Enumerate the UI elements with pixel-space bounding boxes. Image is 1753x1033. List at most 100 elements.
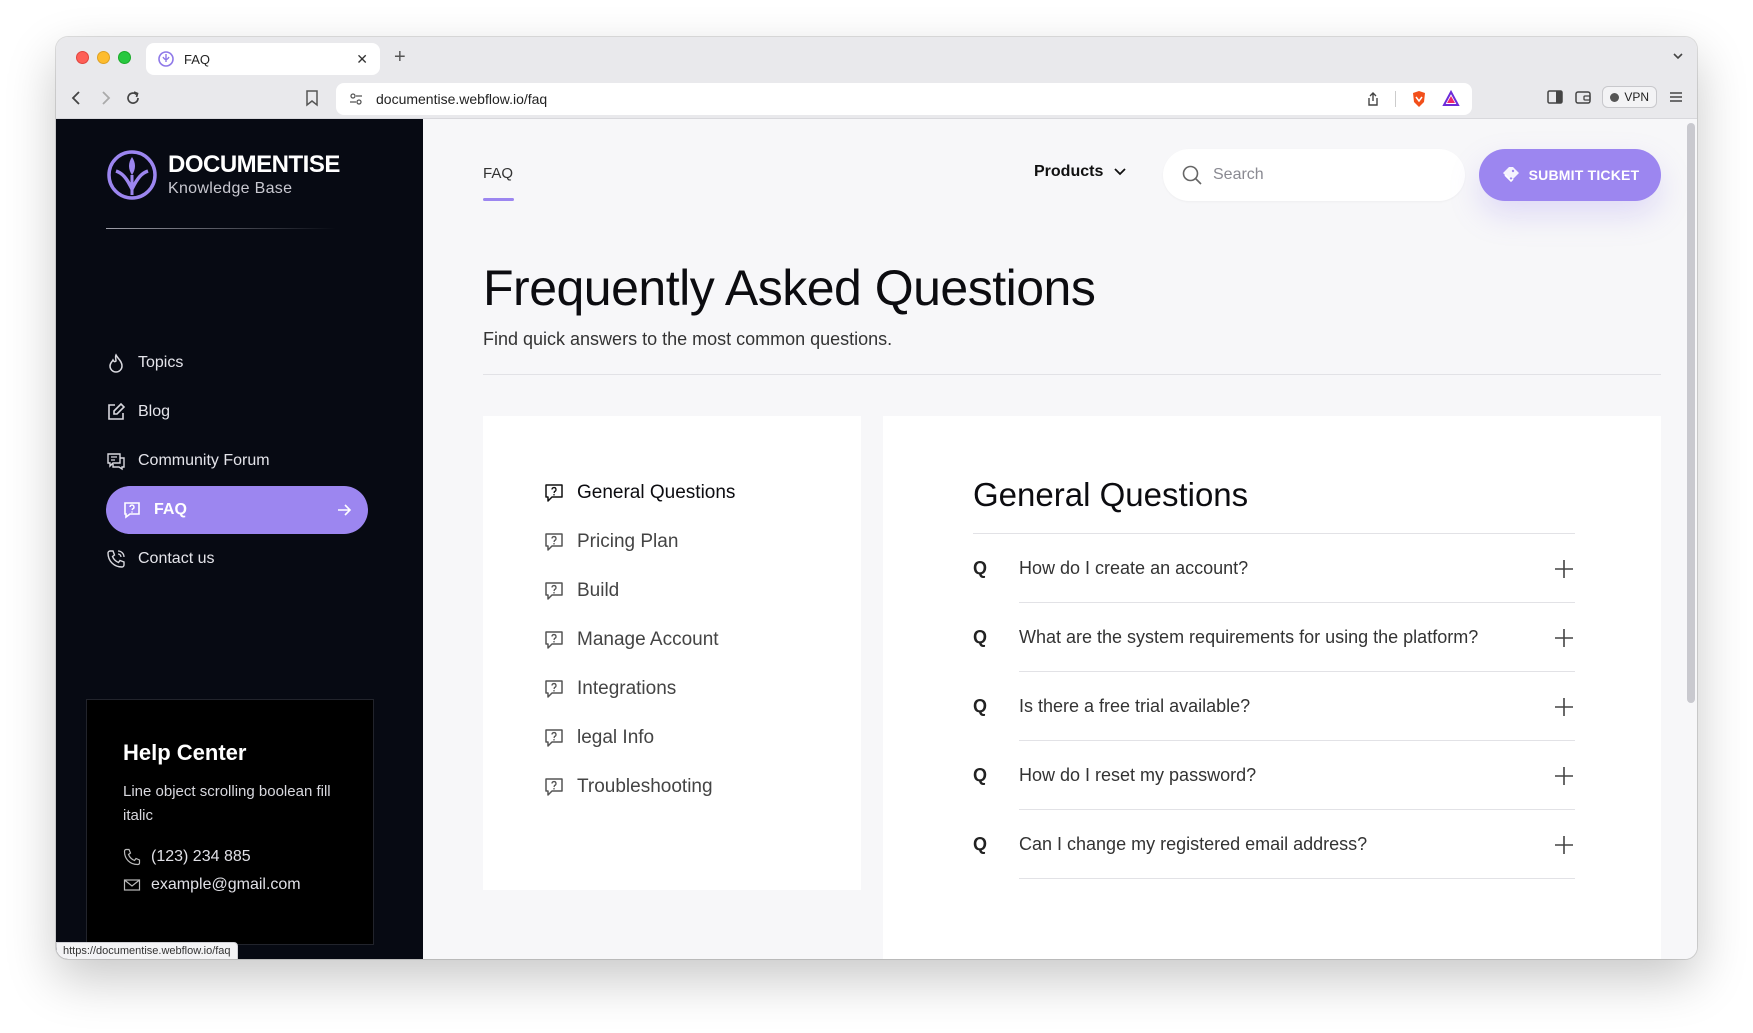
sidebar-item-blog[interactable]: Blog: [106, 388, 368, 436]
faq-item[interactable]: Q What are the system requirements for u…: [973, 603, 1575, 672]
category-item-troubleshooting[interactable]: Troubleshooting: [543, 762, 735, 811]
faq-item[interactable]: Q How do I create an account?: [973, 534, 1575, 603]
sidebar-item-contact-us[interactable]: Contact us: [106, 535, 368, 583]
plus-icon[interactable]: [1553, 834, 1575, 856]
brand-name: DOCUMENTISE: [168, 150, 340, 178]
phone-icon: [123, 848, 141, 866]
flame-icon: [109, 353, 123, 373]
phone-icon: [107, 550, 125, 568]
forum-icon: [107, 453, 125, 471]
navigation-bar: documentise.webflow.io/faq VPN: [56, 79, 1697, 119]
edit-icon: [108, 402, 126, 420]
faq-item[interactable]: Q How do I reset my password?: [973, 741, 1575, 810]
bookmark-icon[interactable]: [304, 89, 320, 107]
status-bar-url: https://documentise.webflow.io/faq: [56, 942, 238, 959]
help-phone-text: (123) 234 885: [151, 848, 251, 865]
category-label: Integrations: [577, 677, 677, 699]
plus-icon[interactable]: [1553, 627, 1575, 649]
new-tab-button[interactable]: +: [394, 46, 406, 69]
page-scrollbar[interactable]: [1687, 123, 1695, 703]
sidebar-item-community-forum[interactable]: Community Forum: [106, 437, 368, 485]
address-bar[interactable]: documentise.webflow.io/faq: [336, 83, 1472, 115]
submit-ticket-label: SUBMIT TICKET: [1528, 167, 1640, 183]
faq-section-title: General Questions: [973, 476, 1249, 513]
forward-arrow-icon[interactable]: [96, 89, 114, 107]
chat-question-icon: [545, 532, 563, 551]
faq-list: Q How do I create an account? Q What are…: [973, 534, 1575, 879]
faq-card: General Questions Q How do I create an a…: [883, 416, 1661, 959]
search-icon: [1182, 165, 1202, 185]
window-controls: [76, 51, 131, 64]
brave-rewards-icon[interactable]: [1442, 90, 1460, 108]
url-divider: [1395, 91, 1396, 107]
q-marker: Q: [973, 765, 988, 785]
chat-question-icon: [545, 728, 563, 747]
brand-logo[interactable]: DOCUMENTISE Knowledge Base: [106, 149, 340, 201]
plus-icon[interactable]: [1553, 765, 1575, 787]
q-marker: Q: [973, 558, 988, 578]
documentise-logo-icon: [107, 150, 157, 200]
sidebar-item-faq[interactable]: FAQ: [106, 486, 368, 534]
browser-window: FAQ ✕ + documentise.webflow.io/faq VPN D…: [56, 37, 1697, 959]
faq-question: How do I create an account?: [1019, 534, 1575, 603]
browser-tab-faq[interactable]: FAQ ✕: [146, 43, 380, 75]
chat-question-icon: [545, 581, 563, 600]
chat-question-icon: [545, 679, 563, 698]
category-card: General Questions Pricing Plan Build Man…: [483, 416, 861, 890]
close-window-button[interactable]: [76, 51, 89, 64]
plus-icon[interactable]: [1553, 696, 1575, 718]
search-input[interactable]: [1213, 166, 1433, 184]
tab-title: FAQ: [184, 51, 211, 67]
sidebar-item-topics[interactable]: Topics: [106, 339, 368, 387]
search-box[interactable]: [1163, 149, 1465, 201]
arrow-right-icon: [338, 504, 352, 516]
faq-item[interactable]: Q Can I change my registered email addre…: [973, 810, 1575, 879]
category-item-integrations[interactable]: Integrations: [543, 664, 735, 713]
category-item-build[interactable]: Build: [543, 566, 735, 615]
tab-list-chevron-icon[interactable]: [1671, 49, 1685, 63]
category-item-pricing-plan[interactable]: Pricing Plan: [543, 517, 735, 566]
reload-icon[interactable]: [124, 89, 142, 107]
maximize-window-button[interactable]: [118, 51, 131, 64]
vpn-button[interactable]: VPN: [1602, 86, 1657, 108]
sidebar-item-label: FAQ: [154, 501, 187, 518]
faq-question: How do I reset my password?: [1019, 741, 1575, 810]
category-item-legal-info[interactable]: legal Info: [543, 713, 735, 762]
top-nav-faq-link[interactable]: FAQ: [483, 165, 513, 182]
plus-icon[interactable]: [1553, 558, 1575, 580]
help-phone[interactable]: (123) 234 885: [123, 848, 337, 866]
sidebar-toggle-icon[interactable]: [1546, 88, 1564, 106]
sidebar: DOCUMENTISE Knowledge Base Topics Blog C…: [56, 119, 423, 959]
category-item-general-questions[interactable]: General Questions: [543, 468, 735, 517]
documentise-favicon-icon: [158, 51, 174, 67]
wallet-icon[interactable]: [1574, 88, 1592, 106]
mail-icon: [123, 879, 141, 891]
sidebar-item-label: Blog: [138, 403, 171, 420]
page-subtitle: Find quick answers to the most common qu…: [483, 329, 893, 349]
url-text: documentise.webflow.io/faq: [376, 91, 548, 107]
category-item-manage-account[interactable]: Manage Account: [543, 615, 735, 664]
tab-strip: FAQ ✕ +: [56, 37, 1697, 79]
faq-question: Can I change my registered email address…: [1019, 810, 1575, 879]
chat-question-icon: [545, 630, 563, 649]
sidebar-item-label: Contact us: [138, 550, 215, 567]
brave-shield-icon[interactable]: [1410, 90, 1428, 108]
help-email[interactable]: example@gmail.com: [123, 876, 337, 894]
chevron-down-icon: [1114, 168, 1126, 176]
submit-ticket-button[interactable]: SUBMIT TICKET: [1479, 149, 1661, 201]
category-label: Build: [577, 579, 620, 601]
back-arrow-icon[interactable]: [68, 89, 86, 107]
sidebar-item-label: Community Forum: [138, 452, 270, 469]
tab-close-icon[interactable]: ✕: [356, 51, 368, 68]
sidebar-item-label: Topics: [138, 354, 184, 371]
brand-subtitle: Knowledge Base: [168, 179, 293, 197]
minimize-window-button[interactable]: [97, 51, 110, 64]
help-center-title: Help Center: [123, 740, 247, 765]
faq-item[interactable]: Q Is there a free trial available?: [973, 672, 1575, 741]
products-dropdown[interactable]: Products: [1034, 163, 1127, 181]
site-settings-icon[interactable]: [348, 91, 364, 107]
menu-icon[interactable]: [1667, 88, 1685, 106]
share-icon[interactable]: [1365, 91, 1381, 107]
page-title: Frequently Asked Questions: [483, 260, 1096, 316]
q-marker: Q: [973, 834, 988, 854]
